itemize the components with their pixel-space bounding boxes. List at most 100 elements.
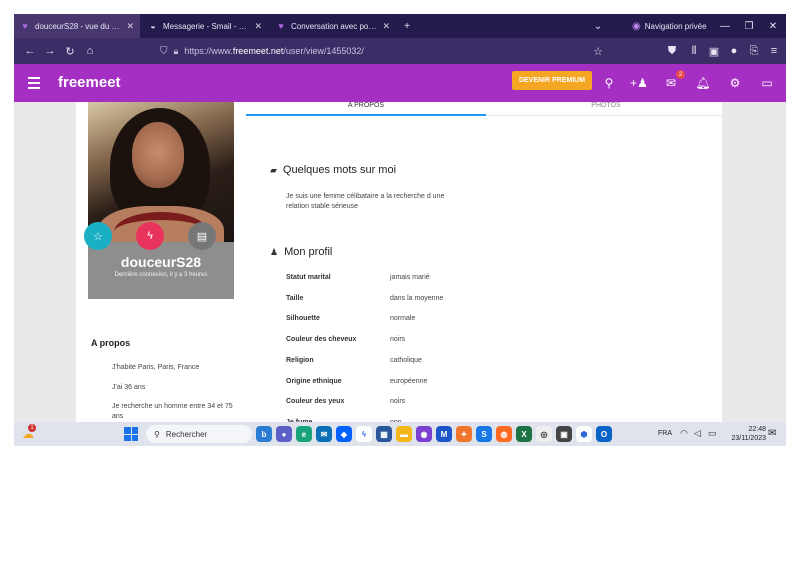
- last-seen-text: Dernière connexion, il y a 3 heures: [114, 272, 208, 278]
- chat-icon[interactable]: ▭: [758, 73, 776, 93]
- mail-app-icon[interactable]: ✉: [316, 426, 332, 442]
- language-indicator[interactable]: FRA: [658, 430, 672, 437]
- screen: ♥ douceurS28 - vue du profil ✕ ◒ Message…: [14, 14, 786, 446]
- wifi-icon[interactable]: ◠: [680, 428, 688, 439]
- about-title: A propos: [91, 338, 131, 348]
- menu-icon[interactable]: ≡: [764, 38, 784, 64]
- browser-tab-bar: ♥ douceurS28 - vue du profil ✕ ◒ Message…: [14, 14, 786, 38]
- battery-icon[interactable]: ▭: [708, 428, 717, 439]
- excel-icon[interactable]: X: [516, 426, 532, 442]
- profile-photo[interactable]: douceurS28 Dernière connexion, il y a 3 …: [88, 102, 234, 299]
- row-value: dans la moyenne: [390, 295, 444, 302]
- profile-sidebar: douceurS28 Dernière connexion, il y a 3 …: [76, 102, 246, 422]
- favorite-button[interactable]: ☆: [84, 222, 112, 250]
- skype-icon[interactable]: S: [476, 426, 492, 442]
- url-text[interactable]: https://www.freemeet.net/user/view/14550…: [184, 46, 364, 56]
- about-location: J'habite Paris, Paris, France: [112, 364, 200, 371]
- app-icon-white[interactable]: ◎: [536, 426, 552, 442]
- tab-photos[interactable]: PHOTOS: [486, 102, 726, 116]
- windows-taskbar: ☁ 1 ⚲ Rechercher b ● e ✉ ◆ ϟ ▦ ▬ ◉ M ✦ S…: [14, 422, 786, 446]
- malwarebytes-icon[interactable]: M: [436, 426, 452, 442]
- store-icon[interactable]: ▦: [376, 426, 392, 442]
- close-window-button[interactable]: ✕: [762, 14, 784, 38]
- url-bar[interactable]: ⛉ 🔒︎ https://www.freemeet.net/user/view/…: [154, 41, 614, 61]
- start-button[interactable]: [124, 427, 138, 441]
- about-looking-for: Je recherche un homme entre 34 et 75 ans: [112, 403, 233, 420]
- reload-icon[interactable]: ↻: [60, 38, 80, 64]
- back-arrow-icon[interactable]: ←: [20, 38, 40, 64]
- outlook-icon[interactable]: O: [596, 426, 612, 442]
- tab-title: douceurS28 - vue du profil: [35, 21, 122, 31]
- extension-icon[interactable]: ▣: [704, 38, 724, 64]
- taskbar-search[interactable]: ⚲ Rechercher: [146, 425, 252, 443]
- profile-tabs: A PROPOS PHOTOS: [246, 102, 722, 116]
- profile-main: A PROPOS PHOTOS ▰ Quelques mots sur moi …: [246, 102, 722, 426]
- private-label: Navigation privée: [644, 21, 707, 31]
- site-logo[interactable]: freemeet: [58, 74, 121, 91]
- row-label: Couleur des yeux: [286, 398, 345, 405]
- close-tab-icon[interactable]: ✕: [126, 21, 134, 32]
- firefox-icon[interactable]: ◍: [496, 426, 512, 442]
- row-label: Taille: [286, 295, 304, 302]
- edge-icon[interactable]: e: [296, 426, 312, 442]
- about-age: J'ai 36 ans: [112, 384, 146, 391]
- row-label: Origine ethnique: [286, 378, 342, 385]
- tab-douceurs28[interactable]: ♥ douceurS28 - vue du profil ✕: [14, 14, 140, 38]
- message-icon: ▤: [196, 230, 208, 243]
- speaker-icon[interactable]: ◁: [694, 428, 701, 439]
- app-icon-2[interactable]: ●: [276, 426, 292, 442]
- minimize-button[interactable]: —: [714, 14, 736, 38]
- url-prefix: https://www.: [184, 46, 233, 56]
- dropbox-icon[interactable]: ◆: [336, 426, 352, 442]
- row-label: Silhouette: [286, 315, 320, 322]
- hamburger-menu-icon[interactable]: [28, 73, 44, 93]
- search-icon[interactable]: ⚲: [600, 73, 618, 93]
- app-icon-dark[interactable]: ▣: [556, 426, 572, 442]
- mask-icon: ◉: [632, 20, 641, 32]
- row-value: catholique: [390, 357, 422, 364]
- extension-red-icon[interactable]: ●: [724, 38, 744, 64]
- close-tab-icon[interactable]: ✕: [254, 21, 262, 32]
- notification-icon[interactable]: ✉: [768, 428, 776, 439]
- star-icon: ☆: [93, 230, 103, 243]
- app-icon-1[interactable]: b: [256, 426, 272, 442]
- taskbar-clock[interactable]: 22:48 23/11/2023: [726, 425, 766, 443]
- home-icon[interactable]: ⌂: [80, 38, 100, 64]
- close-tab-icon[interactable]: ✕: [382, 21, 390, 32]
- heart-icon: ♥: [22, 21, 28, 31]
- folder-icon[interactable]: ▬: [396, 426, 412, 442]
- row-label: Couleur des cheveux: [286, 336, 357, 343]
- navigation-bar: ← → ↻ ⌂ ⛉ 🔒︎ https://www.freemeet.net/us…: [14, 38, 786, 64]
- row-value: noirs: [390, 336, 406, 343]
- site-header: freemeet DEVENIR PREMIUM ⚲ +♟ ✉ 2 🔔︎ ⚙ ▭: [14, 64, 786, 102]
- premium-button[interactable]: DEVENIR PREMIUM: [512, 71, 592, 90]
- new-tab-button[interactable]: +: [400, 14, 414, 38]
- forward-arrow-icon[interactable]: →: [40, 38, 60, 64]
- firefox-private-icon[interactable]: ◉: [416, 426, 432, 442]
- search-icon: ⚲: [154, 429, 160, 439]
- add-contact-icon[interactable]: +♟: [630, 73, 648, 93]
- bookmark-star-icon[interactable]: ☆: [588, 38, 608, 64]
- tab-about[interactable]: A PROPOS: [246, 102, 486, 116]
- lock-icon[interactable]: 🔒︎: [174, 46, 179, 57]
- app-icon-orange[interactable]: ✦: [456, 426, 472, 442]
- tab-messagerie[interactable]: ◒ Messagerie - Smail - Chat gratu... ✕: [142, 14, 268, 38]
- mail-badge: 2: [676, 70, 685, 79]
- puzzle-icon[interactable]: ⎘: [744, 38, 764, 64]
- bell-icon[interactable]: 🔔︎: [694, 73, 712, 93]
- maximize-button[interactable]: ❐: [738, 14, 760, 38]
- pocket-icon[interactable]: ⛊: [662, 38, 682, 64]
- flash-button[interactable]: ϟ: [136, 222, 164, 250]
- tab-conversation[interactable]: ♥ Conversation avec possibl1 ✕: [270, 14, 396, 38]
- row-value: jamais marié: [390, 274, 430, 281]
- library-icon[interactable]: ⫴: [684, 38, 704, 64]
- app-icon-blue[interactable]: ⬢: [576, 426, 592, 442]
- lightning-app-icon[interactable]: ϟ: [356, 426, 372, 442]
- private-browsing-indicator: ◉ Navigation privée: [632, 14, 722, 38]
- list-tabs-icon[interactable]: ⌄: [590, 14, 606, 38]
- message-button[interactable]: ▤: [188, 222, 216, 250]
- shield-icon[interactable]: ⛉: [160, 46, 168, 57]
- gear-icon[interactable]: ⚙: [726, 73, 744, 93]
- heart-icon: ♥: [278, 21, 284, 31]
- chat-icon: ◒: [150, 21, 156, 31]
